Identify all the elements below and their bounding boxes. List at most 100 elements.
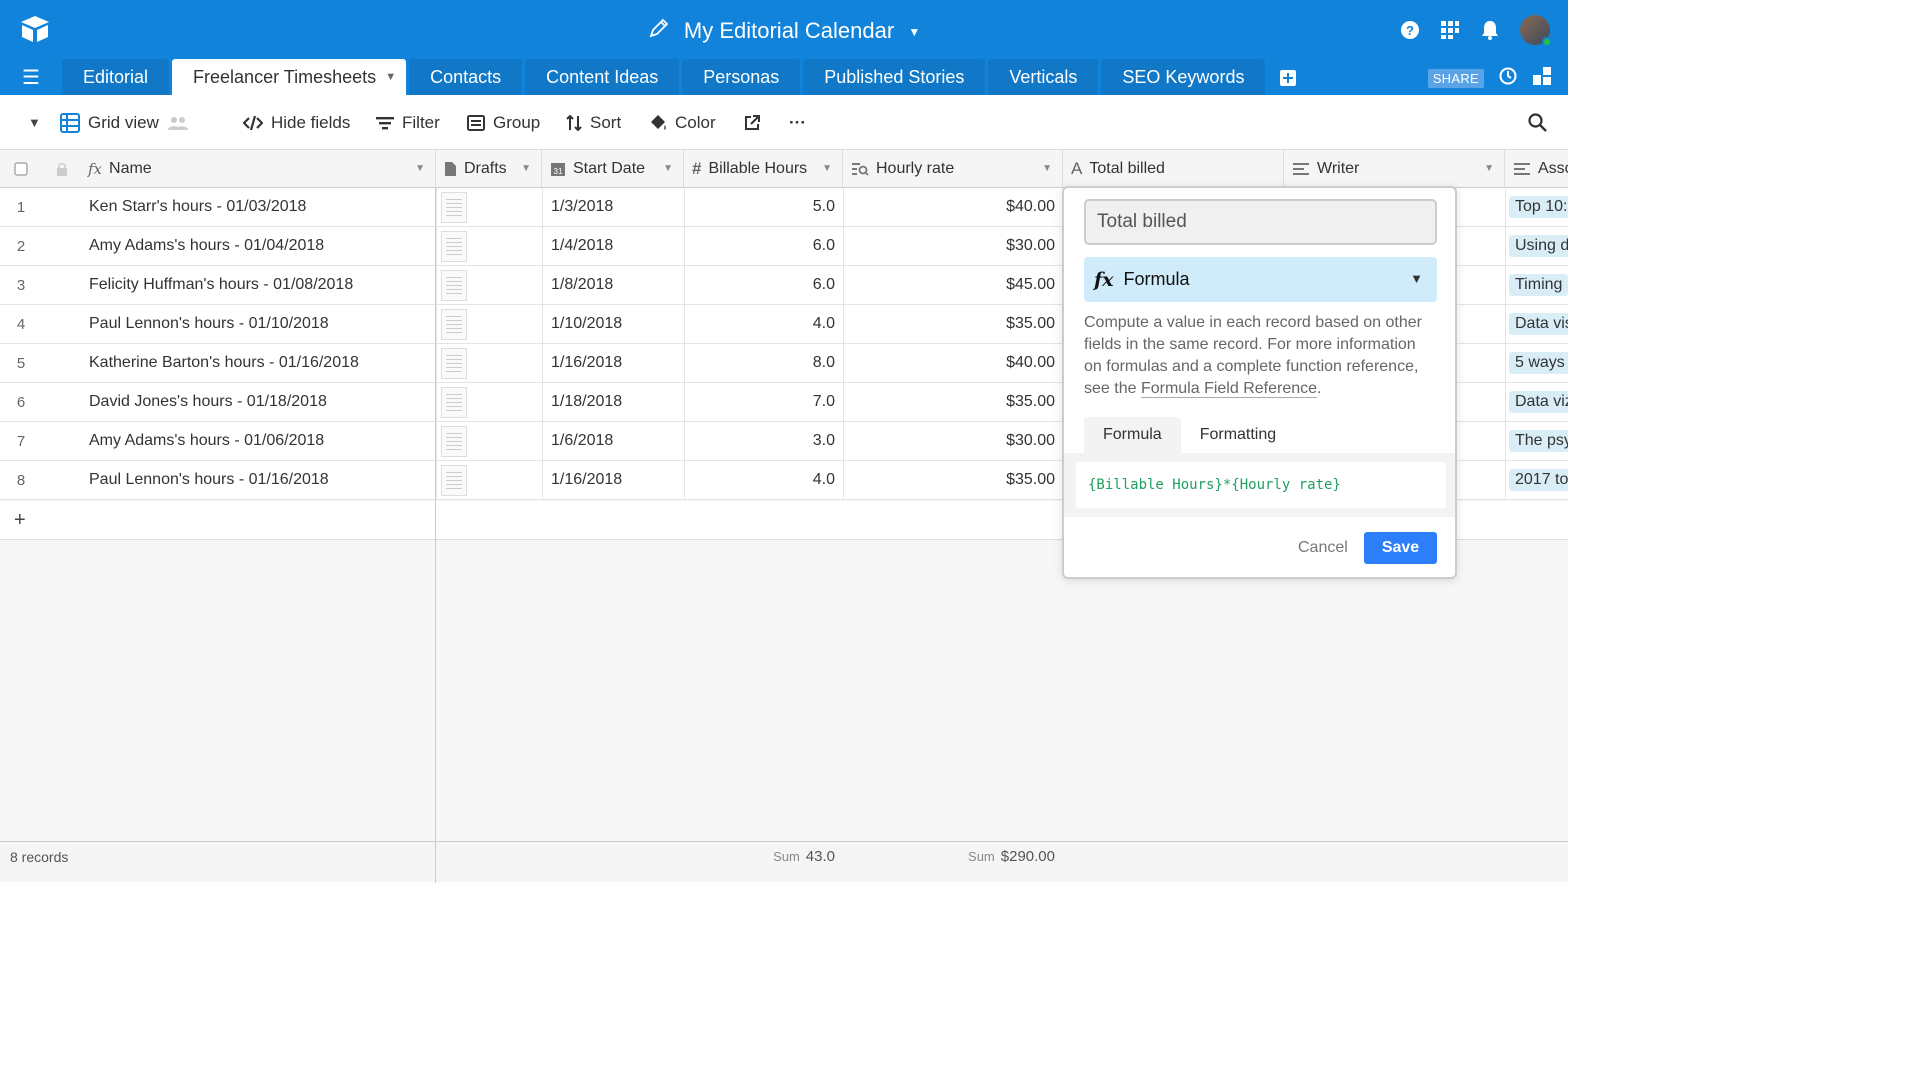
drafts-cell[interactable] (436, 383, 542, 421)
hourly-rate-cell[interactable]: $40.00 (843, 344, 1063, 382)
associated-cell[interactable]: Timing (1509, 266, 1568, 304)
billable-hours-cell[interactable]: 5.0 (684, 188, 843, 226)
record-name[interactable]: Ken Starr's hours - 01/03/2018 (89, 188, 434, 226)
billable-hours-cell[interactable]: 8.0 (684, 344, 843, 382)
document-thumbnail-icon[interactable] (441, 269, 467, 301)
hourly-rate-cell[interactable]: $35.00 (843, 305, 1063, 343)
tab-published-stories[interactable]: Published Stories (803, 59, 986, 96)
history-icon[interactable] (1498, 66, 1518, 91)
linked-record-pill[interactable]: Using d (1509, 235, 1568, 257)
column-caret-icon[interactable]: ▼ (521, 163, 531, 174)
column-header-total-billed[interactable]: A Total billed (1063, 150, 1284, 188)
linked-record-pill[interactable]: 5 ways t (1509, 352, 1568, 374)
notifications-bell-icon[interactable] (1480, 20, 1500, 40)
add-table-icon[interactable] (1268, 59, 1308, 96)
tab-content-ideas[interactable]: Content Ideas (525, 59, 680, 96)
linked-record-pill[interactable]: 2017 to (1509, 469, 1568, 491)
start-date-cell[interactable]: 1/3/2018 (551, 188, 681, 226)
start-date-cell[interactable]: 1/4/2018 (551, 227, 681, 265)
start-date-cell[interactable]: 1/16/2018 (551, 344, 681, 382)
tab-editorial[interactable]: Editorial (62, 59, 170, 96)
start-date-cell[interactable]: 1/10/2018 (551, 305, 681, 343)
linked-record-pill[interactable]: Data viz (1509, 391, 1568, 413)
formula-reference-link[interactable]: Formula Field Reference (1140, 380, 1318, 398)
menu-hamburger-icon[interactable]: ☰ (0, 59, 62, 96)
associated-cell[interactable]: The psy (1509, 422, 1568, 460)
start-date-cell[interactable]: 1/8/2018 (551, 266, 681, 304)
column-caret-icon[interactable]: ▼ (1484, 163, 1494, 174)
start-date-cell[interactable]: 1/6/2018 (551, 422, 681, 460)
tab-formula[interactable]: Formula (1084, 417, 1181, 453)
column-caret-icon[interactable]: ▼ (1042, 163, 1052, 174)
view-selector[interactable]: Grid view (60, 95, 189, 150)
column-header-billable-hours[interactable]: # Billable Hours ▼ (684, 150, 843, 188)
field-name-input[interactable]: Total billed (1084, 199, 1437, 245)
field-type-select[interactable]: fx Formula ▼ (1084, 257, 1437, 302)
record-name[interactable]: Amy Adams's hours - 01/06/2018 (89, 422, 434, 460)
drafts-cell[interactable] (436, 344, 542, 382)
record-name[interactable]: Paul Lennon's hours - 01/16/2018 (89, 461, 434, 499)
associated-cell[interactable]: Using d (1509, 227, 1568, 265)
column-header-associated[interactable]: Asso (1505, 150, 1568, 188)
drafts-cell[interactable] (436, 305, 542, 343)
share-button[interactable]: SHARE (1427, 69, 1484, 88)
linked-record-pill[interactable]: Top 10: (1509, 196, 1568, 218)
record-name[interactable]: Paul Lennon's hours - 01/10/2018 (89, 305, 434, 343)
drafts-cell[interactable] (436, 227, 542, 265)
billable-hours-cell[interactable]: 6.0 (684, 266, 843, 304)
associated-cell[interactable]: Data vis (1509, 305, 1568, 343)
column-caret-icon[interactable]: ▼ (415, 163, 425, 174)
drafts-cell[interactable] (436, 422, 542, 460)
drafts-cell[interactable] (436, 266, 542, 304)
drafts-cell[interactable] (436, 188, 542, 226)
column-header-start-date[interactable]: 31 Start Date ▼ (542, 150, 684, 188)
hide-fields-button[interactable]: Hide fields (243, 95, 350, 150)
column-caret-icon[interactable]: ▼ (663, 163, 673, 174)
document-thumbnail-icon[interactable] (441, 308, 467, 340)
record-name[interactable]: Katherine Barton's hours - 01/16/2018 (89, 344, 434, 382)
billable-hours-cell[interactable]: 6.0 (684, 227, 843, 265)
linked-record-pill[interactable]: Timing (1509, 274, 1568, 296)
billable-hours-cell[interactable]: 4.0 (684, 461, 843, 499)
tab-verticals[interactable]: Verticals (988, 59, 1099, 96)
hourly-rate-cell[interactable]: $45.00 (843, 266, 1063, 304)
sum-rate[interactable]: Sum $290.00 (968, 848, 1055, 865)
group-button[interactable]: Group (467, 95, 540, 150)
color-button[interactable]: Color (649, 95, 716, 150)
save-button[interactable]: Save (1364, 532, 1437, 564)
column-header-hourly-rate[interactable]: Hourly rate ▼ (843, 150, 1063, 188)
user-avatar[interactable] (1520, 15, 1552, 47)
blocks-panel-icon[interactable] (1532, 66, 1552, 91)
document-thumbnail-icon[interactable] (441, 191, 467, 223)
filter-button[interactable]: Filter (376, 95, 440, 150)
record-name[interactable]: David Jones's hours - 01/18/2018 (89, 383, 434, 421)
share-view-icon[interactable] (744, 95, 760, 150)
associated-cell[interactable]: 2017 to (1509, 461, 1568, 499)
cancel-button[interactable]: Cancel (1298, 532, 1348, 564)
tab-caret-icon[interactable]: ▼ (385, 59, 396, 96)
tab-formatting[interactable]: Formatting (1181, 417, 1295, 453)
apps-grid-icon[interactable] (1440, 20, 1460, 40)
start-date-cell[interactable]: 1/18/2018 (551, 383, 681, 421)
help-icon[interactable]: ? (1400, 20, 1420, 40)
linked-record-pill[interactable]: The psy (1509, 430, 1568, 452)
billable-hours-cell[interactable]: 4.0 (684, 305, 843, 343)
billable-hours-cell[interactable]: 7.0 (684, 383, 843, 421)
document-thumbnail-icon[interactable] (441, 347, 467, 379)
record-name[interactable]: Amy Adams's hours - 01/04/2018 (89, 227, 434, 265)
search-icon[interactable] (1528, 95, 1547, 150)
hourly-rate-cell[interactable]: $30.00 (843, 422, 1063, 460)
tab-contacts[interactable]: Contacts (409, 59, 523, 96)
associated-cell[interactable]: 5 ways t (1509, 344, 1568, 382)
tab-seo-keywords[interactable]: SEO Keywords (1101, 59, 1266, 96)
tab-personas[interactable]: Personas (682, 59, 801, 96)
more-options-button[interactable]: ··· (789, 95, 806, 150)
document-thumbnail-icon[interactable] (441, 386, 467, 418)
sort-button[interactable]: Sort (566, 95, 621, 150)
column-caret-icon[interactable]: ▼ (822, 163, 832, 174)
view-switcher-caret-icon[interactable]: ▼ (28, 95, 41, 150)
record-name[interactable]: Felicity Huffman's hours - 01/08/2018 (89, 266, 434, 304)
base-title[interactable]: My Editorial Calendar ▼ (0, 14, 1568, 49)
linked-record-pill[interactable]: Data vis (1509, 313, 1568, 335)
formula-input[interactable]: {Billable Hours}*{Hourly rate} (1076, 462, 1446, 508)
